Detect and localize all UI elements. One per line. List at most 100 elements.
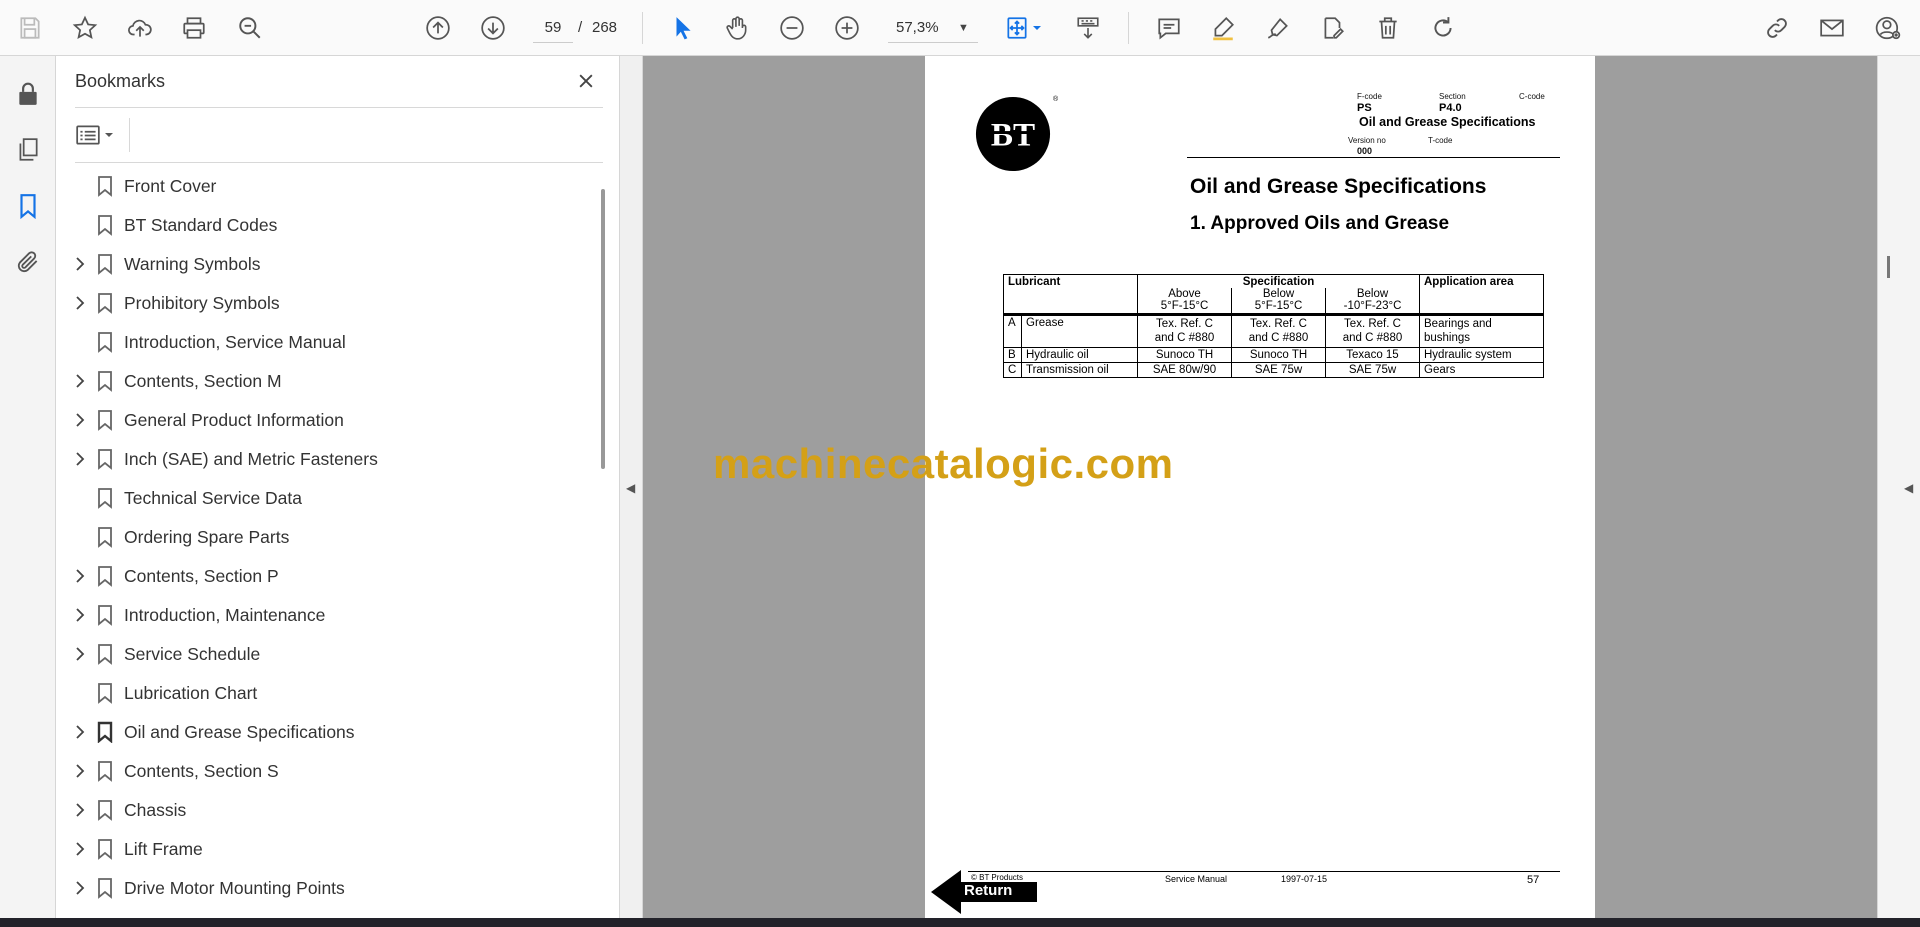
bookmark-icon [98,176,112,197]
bookmark-item[interactable]: Lift Frame [56,830,592,869]
collapse-left-arrow-icon[interactable]: ◀ [626,481,635,495]
bookmark-label: Service Schedule [124,644,261,664]
bookmark-item[interactable]: Warning Symbols [56,245,592,284]
bookmark-label: Lubrication Chart [124,683,258,703]
bookmark-icon [98,878,112,899]
bookmark-item[interactable]: Chassis [56,791,592,830]
select-cursor-icon[interactable] [667,12,699,44]
account-icon[interactable] [1872,12,1904,44]
document-viewport[interactable]: BT ® F-code Section C-code PS P4.0 Oil a… [643,56,1877,918]
bookmark-label: BT Standard Codes [124,215,278,235]
chevron-right-icon[interactable] [71,372,89,390]
bookmark-item[interactable]: Introduction, Maintenance [56,596,592,635]
scrollbar-thumb[interactable] [601,189,605,469]
chevron-right-icon[interactable] [71,411,89,429]
chevron-down-icon[interactable]: ▼ [958,13,969,43]
chevron-right-icon[interactable] [71,645,89,663]
bookmark-item[interactable]: Technical Service Data [56,479,592,518]
right-panel-strip[interactable]: ◀ [1877,56,1920,918]
bookmark-label: Lift Frame [124,839,203,859]
panel-title: Bookmarks [75,71,166,91]
attachments-icon[interactable] [12,246,44,278]
save-icon[interactable] [14,12,46,44]
bookmark-label: Contents, Section M [124,371,282,391]
total-pages: 268 [592,19,618,36]
bookmark-item[interactable]: Contents, Section S [56,752,592,791]
previous-page-icon[interactable] [422,12,454,44]
lock-icon[interactable] [12,78,44,110]
fit-options-chevron-icon[interactable] [1030,12,1044,44]
find-zoom-icon[interactable] [234,12,266,44]
bookmark-item[interactable]: Introduction, Service Manual [56,323,592,362]
next-page-icon[interactable] [477,12,509,44]
chevron-right-icon[interactable] [71,450,89,468]
table-row: C Transmission oil SAE 80w/90 SAE 75w SA… [1003,361,1544,378]
bookmark-label: Inch (SAE) and Metric Fasteners [124,449,378,469]
upload-cloud-icon[interactable] [124,12,156,44]
page-thumbnails-icon[interactable] [12,134,44,166]
print-icon[interactable] [178,12,210,44]
highlight-pen-icon[interactable] [1207,12,1239,44]
header-specification: Specification [1137,274,1420,288]
bookmark-list: Front Cover BT Standard Codes Warning Symb… [56,167,592,915]
bookmark-label: Introduction, Service Manual [124,332,346,352]
close-icon[interactable] [571,66,601,96]
section-value: P4.0 [1439,102,1462,114]
chevron-right-icon[interactable] [71,606,89,624]
zoom-in-icon[interactable] [831,12,863,44]
page-number-input[interactable]: 59 [533,13,573,43]
bt-logo: BT [975,96,1051,172]
delete-trash-icon[interactable] [1372,12,1404,44]
chevron-right-icon[interactable] [71,762,89,780]
bookmark-item[interactable]: Service Schedule [56,635,592,674]
chevron-right-icon[interactable] [71,801,89,819]
bookmark-label: Introduction, Maintenance [124,605,326,625]
expand-right-panel-arrow-icon[interactable]: ◀ [1904,481,1913,495]
bookmark-item[interactable]: Lubrication Chart [56,674,592,713]
share-link-icon[interactable] [1761,12,1793,44]
chevron-right-icon[interactable] [71,840,89,858]
chevron-right-icon[interactable] [71,567,89,585]
header-rule [1187,157,1560,158]
subheader-cell: Below 5°F-15°C [1231,288,1326,315]
star-icon[interactable] [69,12,101,44]
bookmark-item[interactable]: Oil and Grease Specifications [56,713,592,752]
bookmark-options-button[interactable] [75,120,119,150]
bookmark-icon [98,371,112,392]
bookmark-icon [98,800,112,821]
bookmark-item[interactable]: General Product Information [56,401,592,440]
bookmarks-panel-icon[interactable] [12,190,44,222]
panel-splitter[interactable]: ◀ [620,56,643,918]
bookmark-item[interactable]: Prohibitory Symbols [56,284,592,323]
fill-sign-icon[interactable] [1317,12,1349,44]
bookmark-item[interactable]: Inch (SAE) and Metric Fasteners [56,440,592,479]
bookmark-item[interactable]: BT Standard Codes [56,206,592,245]
vertical-scrollbar-thumb[interactable] [1887,256,1890,278]
comment-icon[interactable] [1153,12,1185,44]
fit-page-icon[interactable] [1001,12,1033,44]
specification-table: Lubricant Specification Application area… [1003,274,1544,378]
bookmark-icon [97,721,113,743]
bookmark-label: Drive Motor Mounting Points [124,878,345,898]
main-toolbar: 59 / 268 57,3% ▼ [0,0,1920,56]
bookmark-item[interactable]: Contents, Section P [56,557,592,596]
bookmark-icon [98,449,112,470]
chevron-right-icon[interactable] [71,294,89,312]
chevron-right-icon[interactable] [71,879,89,897]
rotate-icon[interactable] [1427,12,1459,44]
zoom-out-icon[interactable] [776,12,808,44]
bookmark-item[interactable]: Front Cover [56,167,592,206]
scroll-mode-icon[interactable] [1072,12,1104,44]
chevron-right-icon[interactable] [71,255,89,273]
bookmark-icon [98,527,112,548]
chevron-right-icon[interactable] [71,723,89,741]
email-icon[interactable] [1816,12,1848,44]
draw-freehand-icon[interactable] [1262,12,1294,44]
bookmark-scrollbar[interactable] [592,171,600,911]
bookmark-item[interactable]: Drive Motor Mounting Points [56,869,592,908]
bookmark-item[interactable]: Contents, Section M [56,362,592,401]
hand-tool-icon[interactable] [721,12,753,44]
bookmark-item[interactable]: Ordering Spare Parts [56,518,592,557]
return-label[interactable]: Return [964,882,1012,899]
table-row: B Hydraulic oil Sunoco TH Sunoco TH Texa… [1003,346,1544,363]
